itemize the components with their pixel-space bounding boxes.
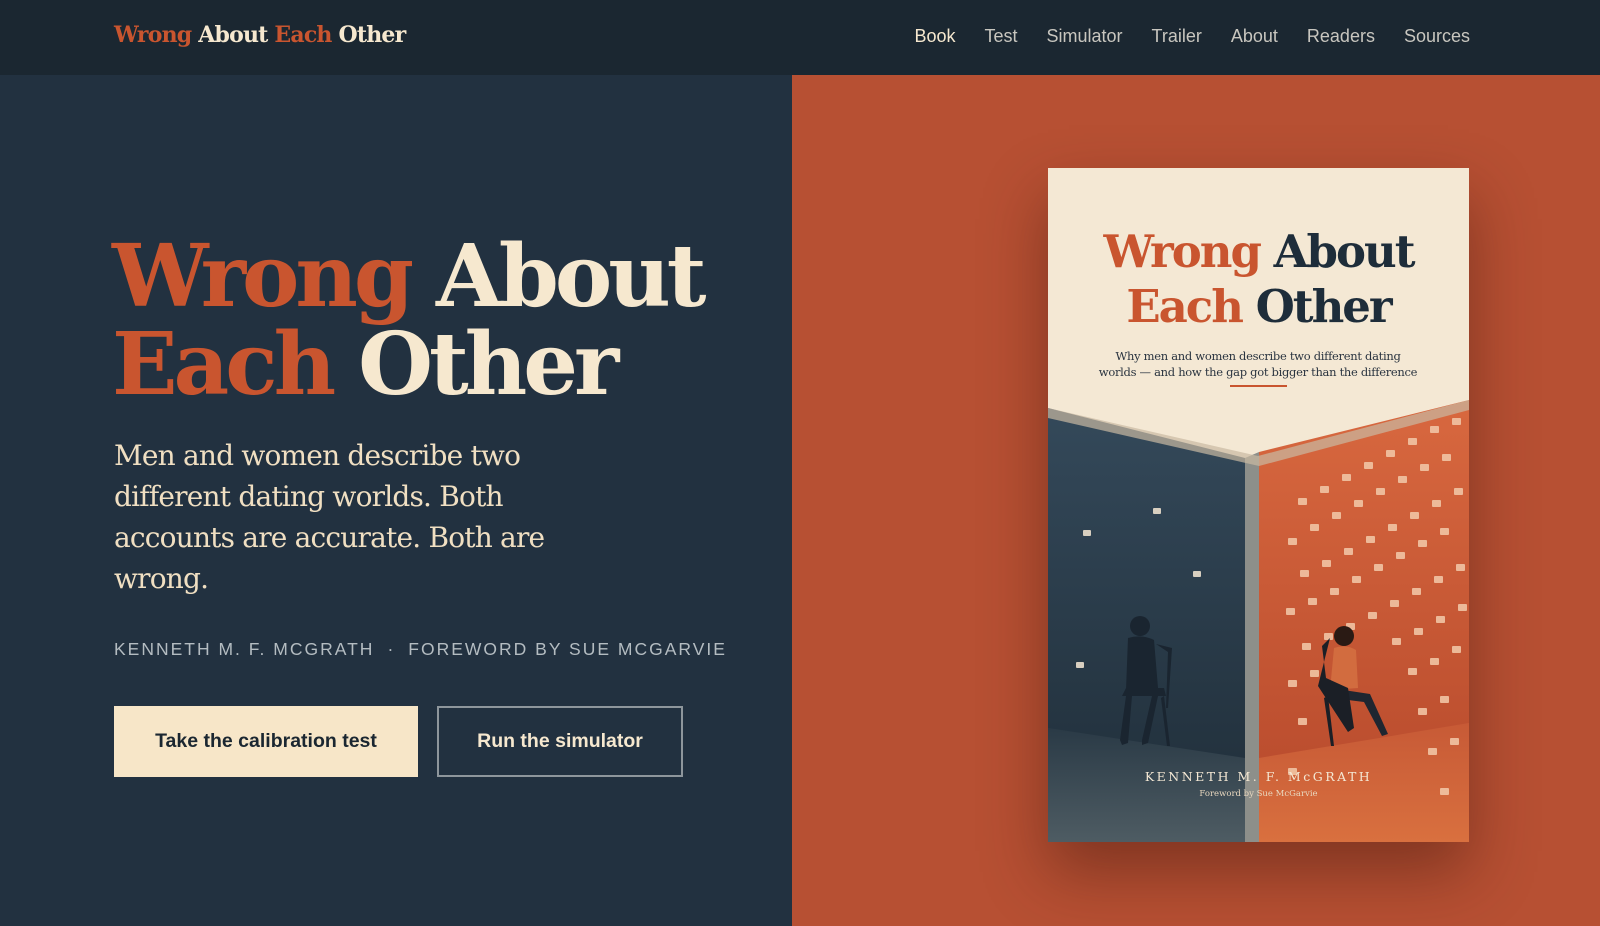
- hero-title-wrong: Wrong: [112, 226, 414, 327]
- main-nav: Book Test Simulator Trailer About Reader…: [914, 26, 1470, 47]
- cover-title-about: About: [1273, 225, 1416, 278]
- cover-author: KENNETH M. F. McGRATH: [1144, 769, 1373, 784]
- nav-link-sources[interactable]: Sources: [1404, 26, 1470, 47]
- hero-title-each: Each: [112, 314, 336, 415]
- logo-word-each: Each: [274, 22, 332, 48]
- hero-title-other: Other: [358, 314, 619, 415]
- run-simulator-button[interactable]: Run the simulator: [437, 706, 683, 777]
- hero-lede: Men and women describe two different dat…: [114, 439, 545, 595]
- cover-title-other: Other: [1255, 280, 1393, 333]
- author-name: KENNETH M. F. MCGRATH: [114, 639, 375, 659]
- calibration-test-button[interactable]: Take the calibration test: [114, 706, 418, 777]
- nav-link-trailer[interactable]: Trailer: [1152, 26, 1202, 47]
- nav-link-simulator[interactable]: Simulator: [1046, 26, 1122, 47]
- byline-separator: ·: [387, 639, 396, 659]
- cover-divider: [1230, 385, 1287, 387]
- nav-link-readers[interactable]: Readers: [1307, 26, 1375, 47]
- book-cover-panel: Wrong About Each Other Why men and women…: [792, 75, 1600, 926]
- nav-link-book[interactable]: Book: [914, 26, 955, 47]
- cover-title-each: Each: [1126, 280, 1244, 333]
- logo-word-wrong: Wrong: [114, 22, 192, 48]
- logo-word-about: About: [198, 22, 268, 48]
- book-cover[interactable]: Wrong About Each Other Why men and women…: [1048, 168, 1469, 842]
- cover-title-wrong: Wrong: [1103, 225, 1262, 278]
- hero-byline: KENNETH M. F. MCGRATH · FOREWORD BY SUE MC…: [114, 639, 727, 660]
- hero-title: Wrong About Each Other: [112, 233, 707, 409]
- top-nav-bar: Wrong About Each Other Book Test Simulat…: [0, 0, 1600, 75]
- logo-word-other: Other: [338, 22, 406, 48]
- nav-link-about[interactable]: About: [1231, 26, 1278, 47]
- cover-foreword: Foreword by Sue McGarvie: [1199, 789, 1318, 799]
- foreword-credit: FOREWORD BY SUE MCGARVIE: [408, 639, 727, 659]
- hero-section: Wrong About Each Other Men and women des…: [0, 75, 792, 926]
- site-logo[interactable]: Wrong About Each Other: [114, 22, 406, 48]
- hero-title-about: About: [436, 226, 706, 327]
- cover-subtitle: Why men and women describe two different…: [1098, 349, 1418, 379]
- cover-title: Wrong About Each Other: [1048, 224, 1469, 334]
- nav-link-test[interactable]: Test: [984, 26, 1017, 47]
